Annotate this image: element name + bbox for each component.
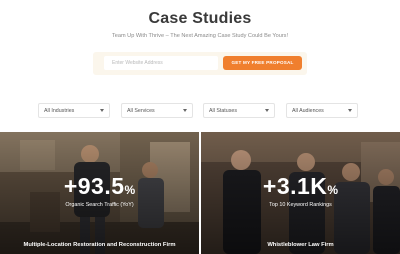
stat-value: +3.1K [262,173,328,199]
filter-industries-dropdown[interactable]: All Industries [38,103,110,118]
filter-services-dropdown[interactable]: All Services [121,103,193,118]
case-stat: +3.1K% [201,173,400,200]
chevron-down-icon [265,109,269,112]
page-header: Case Studies Team Up With Thrive – The N… [0,0,400,132]
case-study-card-restoration[interactable]: +93.5% Organic Search Traffic (YoY) Mult… [0,132,199,254]
filter-statuses-dropdown[interactable]: All Statuses [203,103,275,118]
stat-value: +93.5 [63,173,125,199]
filter-label: All Audiences [292,108,324,114]
chevron-down-icon [183,109,187,112]
case-client-name: Multiple-Location Restoration and Recons… [23,242,176,248]
case-client-name: Whistleblower Law Firm [267,242,334,248]
stat-unit: % [327,183,339,197]
filter-label: All Industries [44,108,75,114]
page-title: Case Studies [148,10,252,27]
filter-audiences-dropdown[interactable]: All Audiences [286,103,358,118]
filter-label: All Statuses [209,108,237,114]
case-study-card-law-firm[interactable]: +3.1K% Top 10 Keyword Rankings Whistlebl… [201,132,400,254]
page-subtitle: Team Up With Thrive – The Next Amazing C… [111,33,289,39]
stat-caption: Top 10 Keyword Rankings [269,202,332,208]
stat-unit: % [124,183,136,197]
case-stat: +93.5% [0,173,199,200]
chevron-down-icon [100,109,104,112]
filter-label: All Services [127,108,155,114]
get-free-proposal-button[interactable]: GET MY FREE PROPOSAL [223,56,302,70]
website-address-input[interactable] [104,56,218,70]
stat-caption: Organic Search Traffic (YoY) [65,202,134,208]
chevron-down-icon [348,109,352,112]
